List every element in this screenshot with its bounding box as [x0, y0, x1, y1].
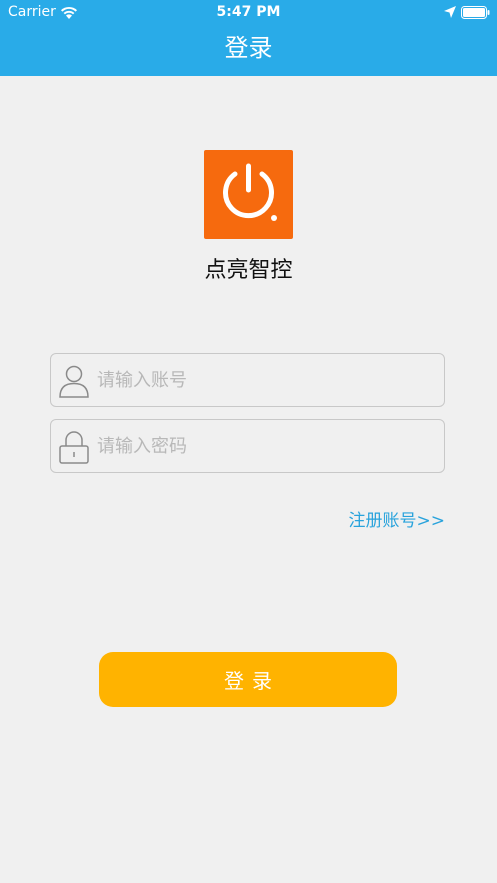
power-icon	[223, 163, 277, 221]
register-link[interactable]: 注册账号>>	[349, 509, 446, 533]
username-field[interactable]	[50, 353, 445, 407]
login-button[interactable]: 登录	[99, 652, 397, 707]
location-arrow-icon	[444, 6, 456, 18]
user-icon	[59, 365, 89, 398]
status-bar: Carrier 5:47 PM	[0, 0, 497, 26]
app-logo	[204, 150, 293, 239]
username-input[interactable]	[97, 354, 437, 406]
lock-icon	[59, 431, 89, 464]
battery-icon	[461, 6, 490, 19]
app-name: 点亮智控	[204, 258, 293, 283]
password-field[interactable]	[50, 419, 445, 473]
password-input[interactable]	[97, 420, 437, 472]
header-bar: Carrier 5:47 PM 登录	[0, 0, 497, 76]
page-title: 登录	[224, 34, 273, 62]
status-time: 5:47 PM	[216, 4, 281, 20]
